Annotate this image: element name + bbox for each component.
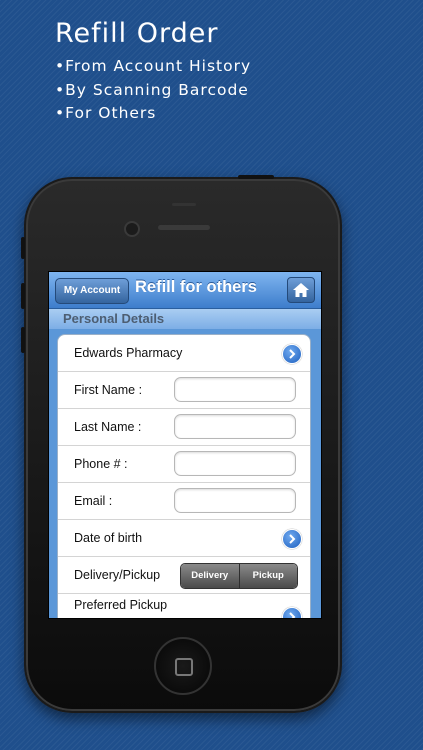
date-of-birth-label: Date of birth bbox=[74, 531, 143, 545]
my-account-back-button[interactable]: My Account bbox=[55, 278, 129, 304]
pickup-option-button[interactable]: Pickup bbox=[238, 564, 297, 588]
email-row: Email : bbox=[58, 483, 310, 520]
home-button[interactable] bbox=[287, 277, 315, 303]
delivery-option-button[interactable]: Delivery bbox=[181, 564, 239, 588]
date-of-birth-row[interactable]: Date of birth bbox=[58, 520, 310, 557]
home-square-icon bbox=[175, 658, 193, 676]
chevron-right-icon[interactable] bbox=[282, 344, 302, 364]
pharmacy-label: Edwards Pharmacy bbox=[74, 346, 183, 360]
delivery-pickup-row: Delivery/Pickup Delivery Pickup bbox=[58, 557, 310, 594]
section-title: Personal Details bbox=[63, 311, 165, 326]
phone-frame: My Account Refill for others Personal De… bbox=[21, 175, 342, 713]
chevron-right-icon[interactable] bbox=[282, 529, 302, 549]
phone-row: Phone # : bbox=[58, 446, 310, 483]
first-name-field[interactable] bbox=[174, 377, 296, 402]
promo-title: Refill Order bbox=[55, 18, 219, 49]
promo-text: Refill Order •From Account History •By S… bbox=[55, 18, 251, 126]
last-name-row: Last Name : bbox=[58, 409, 310, 446]
front-camera bbox=[124, 221, 140, 237]
volume-down-button bbox=[21, 327, 25, 353]
delivery-pickup-label: Delivery/Pickup bbox=[74, 568, 161, 582]
earpiece-speaker bbox=[158, 225, 210, 230]
proximity-sensor bbox=[172, 203, 196, 206]
preferred-pickup-row[interactable]: Preferred Pickup bbox=[58, 594, 310, 618]
promo-bullet-scanning-barcode: •By Scanning Barcode bbox=[55, 80, 249, 99]
phone-screen: My Account Refill for others Personal De… bbox=[48, 271, 322, 619]
promo-bullet-account-history: •From Account History bbox=[55, 57, 252, 75]
nav-bar: My Account Refill for others bbox=[49, 272, 321, 309]
mute-switch bbox=[21, 237, 25, 259]
first-name-row: First Name : bbox=[58, 372, 310, 409]
last-name-field[interactable] bbox=[174, 414, 296, 439]
sleep-button bbox=[238, 175, 274, 179]
home-icon bbox=[293, 283, 309, 297]
preferred-pickup-label: Preferred Pickup bbox=[74, 598, 168, 612]
delivery-pickup-segmented-control: Delivery Pickup bbox=[180, 563, 298, 589]
chevron-right-icon[interactable] bbox=[282, 607, 302, 618]
personal-details-form: Edwards Pharmacy First Name : Last Name … bbox=[57, 334, 311, 618]
last-name-label: Last Name : bbox=[74, 420, 142, 434]
pharmacy-row[interactable]: Edwards Pharmacy bbox=[58, 335, 310, 372]
email-label: Email : bbox=[74, 494, 113, 508]
first-name-label: First Name : bbox=[74, 383, 143, 397]
phone-home-button[interactable] bbox=[154, 637, 212, 695]
section-header: Personal Details bbox=[49, 309, 321, 329]
phone-field[interactable] bbox=[174, 451, 296, 476]
phone-label: Phone # : bbox=[74, 457, 128, 471]
promo-bullet-for-others: •For Others bbox=[55, 104, 157, 122]
email-field[interactable] bbox=[174, 488, 296, 513]
volume-up-button bbox=[21, 283, 25, 309]
page-title: Refill for others bbox=[135, 278, 257, 296]
